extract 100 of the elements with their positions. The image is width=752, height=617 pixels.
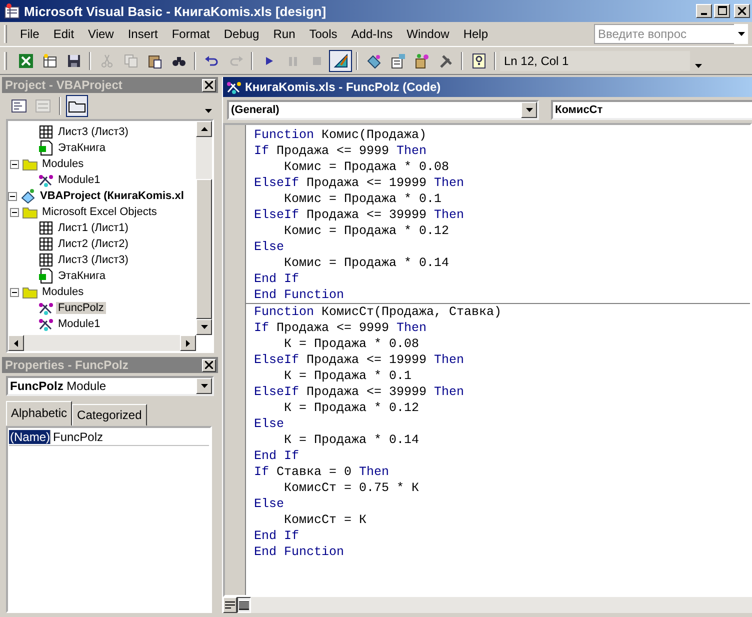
code-window-title: КнигаKomis.xls - FuncPolz (Code) [245, 80, 441, 94]
tree-item[interactable]: Modules [40, 158, 86, 170]
project-icon [366, 52, 382, 68]
project-icon [20, 188, 36, 204]
close-icon [738, 7, 746, 15]
design-tool-button[interactable] [329, 50, 352, 72]
menu-item[interactable]: Edit [46, 25, 82, 43]
scroll-left-icon[interactable] [14, 340, 18, 346]
menu-item[interactable]: File [13, 25, 46, 43]
close-icon [205, 361, 213, 369]
scroll-up-icon[interactable] [200, 127, 208, 131]
sheet-icon [38, 252, 54, 268]
procedure-view-button[interactable] [223, 597, 237, 613]
sheet-icon [38, 124, 54, 140]
procedure-dropdown[interactable]: КомисСт [551, 100, 752, 120]
tree-item[interactable]: Лист3 (Лист3) [56, 126, 130, 138]
caret-icon[interactable] [200, 384, 208, 388]
object-dropdown[interactable]: (General) [227, 100, 539, 120]
code-line: Комис = Продажа * 0.14 [283, 255, 450, 271]
property-value[interactable]: FuncPolz [50, 430, 104, 444]
tree-item[interactable]: Modules [40, 286, 86, 298]
menu-item[interactable]: Insert [120, 25, 165, 43]
code-line: Function Комис(Продажа) [254, 127, 428, 143]
menu-item[interactable]: Format [164, 25, 217, 43]
maximize-button[interactable] [714, 4, 730, 18]
code-line: Комис = Продажа * 0.12 [283, 223, 450, 239]
code-line: ElseIf Продажа <= 19999 Then [254, 175, 466, 191]
insert-icon [42, 52, 58, 68]
caret-icon[interactable] [205, 109, 212, 113]
vertical-scrollbar[interactable] [196, 121, 212, 335]
collapse-toggle-icon[interactable] [10, 160, 20, 168]
scroll-right-icon[interactable] [186, 340, 190, 346]
code-line: If Продажа <= 9999 Then [254, 320, 428, 336]
toolbar-options-icon[interactable] [695, 64, 702, 68]
code-line: К = Продажа * 0.12 [283, 400, 420, 416]
code-line: End If [254, 448, 300, 464]
tree-item[interactable]: Лист2 (Лист2) [56, 238, 130, 250]
sheet-icon [38, 220, 54, 236]
menu-item[interactable]: Add-Ins [344, 25, 400, 43]
code-line: End If [254, 271, 300, 287]
tree-item[interactable]: VBAProject (КнигаKomis.xl [38, 190, 186, 202]
code-line: К = Продажа * 0.1 [283, 368, 413, 384]
code-line: End Function [254, 287, 346, 303]
close-button[interactable] [202, 78, 216, 92]
save-icon [66, 52, 82, 68]
form-icon [35, 99, 51, 113]
tree-item[interactable]: Лист3 (Лист3) [56, 254, 130, 266]
code-line: КомисСт = 0.75 * К [283, 480, 420, 496]
collapse-toggle-icon[interactable] [10, 208, 20, 216]
code-line: Else [254, 496, 286, 512]
menu-item[interactable]: View [81, 25, 121, 43]
collapse-toggle-icon[interactable] [8, 192, 18, 200]
tree-item[interactable]: ЭтаКнига [56, 270, 108, 282]
module-icon [38, 300, 54, 316]
folder-icon [68, 99, 86, 113]
close-button[interactable] [202, 358, 216, 372]
menu-item[interactable]: Run [266, 25, 302, 43]
close-button[interactable] [734, 4, 750, 18]
menu-item[interactable]: Debug [216, 25, 266, 43]
tree-item[interactable]: Microsoft Excel Objects [40, 206, 159, 218]
code-line: ElseIf Продажа <= 39999 Then [254, 207, 466, 223]
caret-icon[interactable] [738, 32, 745, 36]
menu-item[interactable]: Help [456, 25, 495, 43]
panel-title: Properties - FuncPolz [5, 358, 130, 372]
horizontal-scrollbar[interactable] [251, 597, 752, 613]
cursor-position: Ln 12, Col 1 [504, 54, 569, 68]
close-icon [205, 81, 213, 89]
code-line: ElseIf Продажа <= 19999 Then [254, 352, 466, 368]
tree-item[interactable]: FuncPolz [56, 302, 106, 314]
module-view-button[interactable] [237, 597, 251, 613]
module-icon [38, 316, 54, 332]
tab[interactable]: Alphabetic [6, 401, 72, 426]
object-dropdown[interactable]: FuncPolz Module [6, 376, 214, 396]
sheet-icon [38, 236, 54, 252]
code-line: К = Продажа * 0.14 [283, 432, 420, 448]
caret-icon[interactable] [526, 108, 532, 112]
tree-item[interactable]: Лист1 (Лист1) [56, 222, 130, 234]
tree-item[interactable]: ЭтаКнига [56, 142, 108, 154]
code-line: Function КомисСт(Продажа, Ставка) [254, 304, 503, 320]
panel-title: Project - VBAProject [5, 78, 124, 92]
tree-item[interactable]: Module1 [56, 174, 102, 186]
code-line: Else [254, 416, 286, 432]
objects-icon [414, 52, 430, 68]
cut-icon [98, 52, 114, 68]
collapse-toggle-icon[interactable] [10, 288, 20, 296]
code-line: Комис = Продажа * 0.08 [283, 159, 450, 175]
minimize-button[interactable] [696, 4, 712, 18]
menu-item[interactable]: Tools [302, 25, 344, 43]
help-search-field[interactable]: Введите вопрос [594, 24, 734, 44]
tab[interactable]: Categorized [72, 404, 147, 426]
property-name[interactable]: (Name) [9, 430, 50, 444]
tree-item[interactable]: Module1 [56, 318, 102, 330]
code-line: ElseIf Продажа <= 39999 Then [254, 384, 466, 400]
menu-item[interactable]: Window [400, 25, 456, 43]
horizontal-scrollbar[interactable] [8, 335, 196, 351]
code-line: Комис = Продажа * 0.1 [283, 191, 443, 207]
code-line: Else [254, 239, 286, 255]
module-icon [226, 79, 242, 95]
scroll-down-icon[interactable] [200, 325, 208, 329]
toggle-folders-button[interactable] [66, 95, 88, 117]
